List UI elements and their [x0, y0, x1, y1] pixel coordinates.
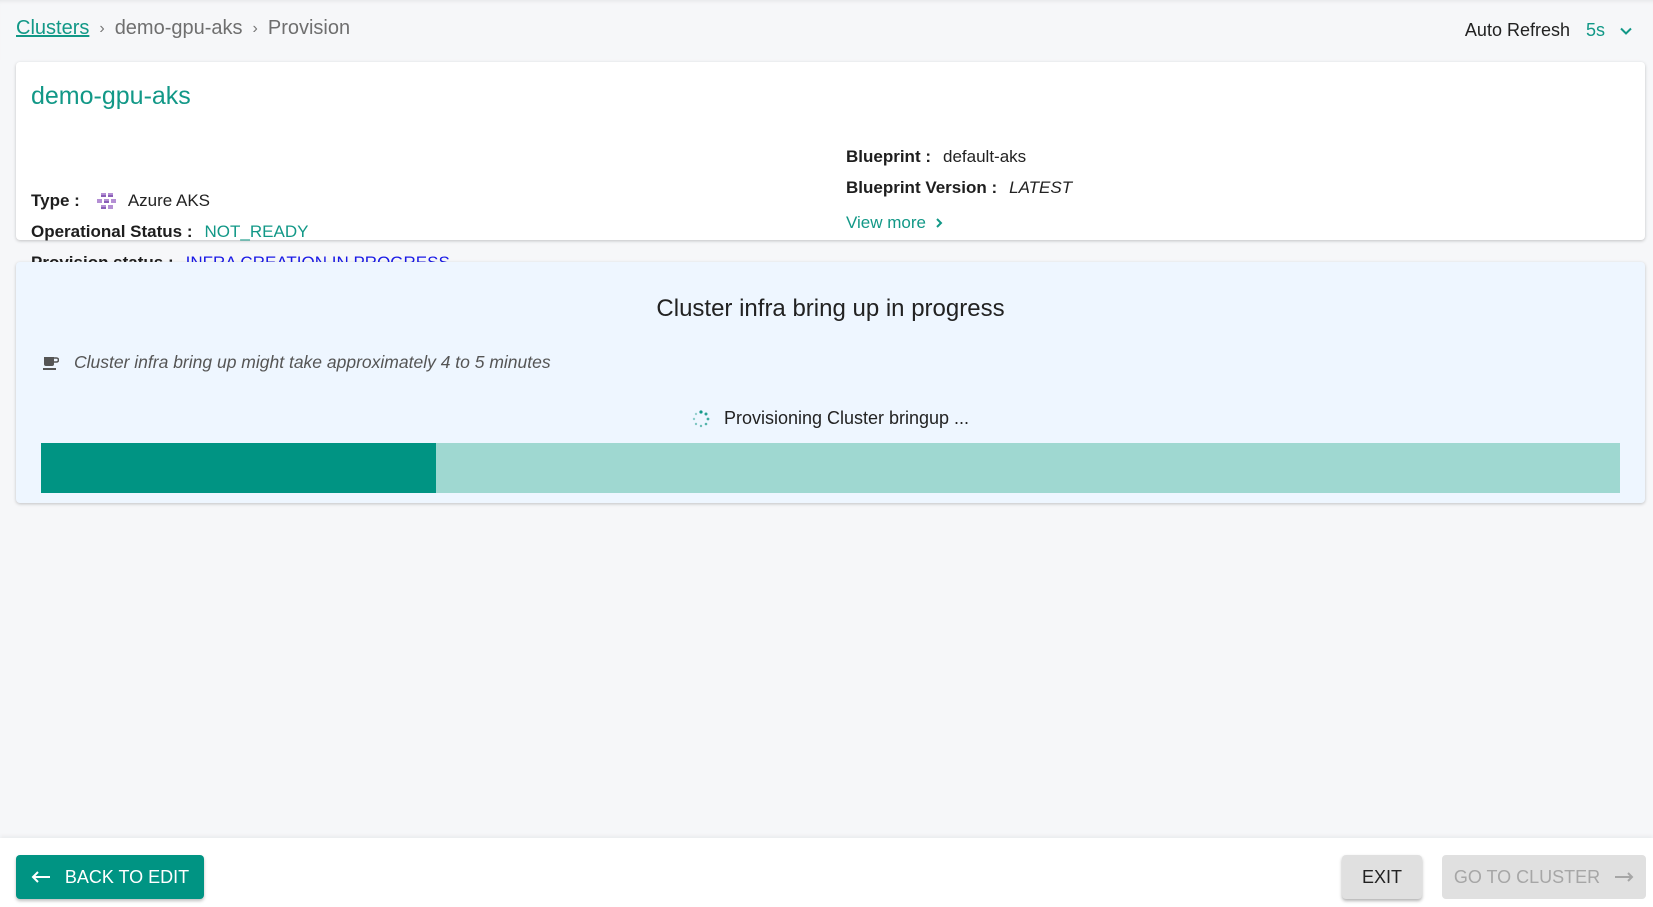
go-to-cluster-button[interactable]: GO TO CLUSTER — [1442, 855, 1646, 899]
operational-status-value: NOT_READY — [204, 222, 309, 241]
exit-button[interactable]: EXIT — [1342, 855, 1422, 899]
arrow-left-icon — [31, 871, 50, 883]
progress-bar-fill — [41, 443, 436, 493]
blueprint-version-label: Blueprint Version : — [846, 178, 998, 197]
view-more-link[interactable]: View more — [846, 213, 944, 233]
breadcrumb-separator: › — [99, 19, 105, 37]
blueprint-version-value: LATEST — [1009, 178, 1073, 197]
breadcrumb-cluster-name: demo-gpu-aks — [114, 17, 243, 39]
view-more-row: View more — [846, 213, 944, 233]
progress-title: Cluster infra bring up in progress — [656, 295, 1005, 322]
provision-progress-card: Cluster infra bring up in progress Clust… — [16, 262, 1645, 503]
auto-refresh-value[interactable]: 5s — [1586, 20, 1605, 41]
provisioning-status: Provisioning Cluster bringup ... — [16, 408, 1645, 429]
blueprint-value: default-aks — [943, 147, 1027, 166]
azure-aks-icon — [96, 193, 116, 209]
blueprint-row: Blueprint : default-aks — [846, 147, 1026, 167]
loading-spinner-icon — [692, 409, 710, 427]
breadcrumb-current-page: Provision — [267, 17, 351, 39]
view-more-label: View more — [846, 213, 926, 232]
operational-status-label: Operational Status : — [31, 222, 193, 241]
go-to-cluster-label: GO TO CLUSTER — [1453, 866, 1601, 887]
type-value: Azure AKS — [127, 191, 211, 210]
cluster-info-card: demo-gpu-aks Type : Azure AKS Operationa… — [16, 62, 1645, 272]
cluster-type-row: Type : Azure AKS — [31, 191, 210, 211]
blueprint-label: Blueprint : — [846, 147, 931, 166]
chevron-right-icon — [936, 218, 943, 228]
chevron-down-icon[interactable] — [1619, 24, 1633, 38]
back-to-edit-button[interactable]: BACK TO EDIT — [16, 855, 204, 899]
breadcrumb-clusters-link[interactable]: Clusters — [16, 17, 89, 40]
footer-action-bar: BACK TO EDIT EXIT GO TO CLUSTER — [0, 838, 1653, 907]
progress-bar — [41, 443, 1620, 493]
duration-note-text: Cluster infra bring up might take approx… — [74, 352, 551, 372]
top-bar: Clusters › demo-gpu-aks › Provision Auto… — [0, 0, 1653, 60]
auto-refresh-label: Auto Refresh — [1464, 20, 1570, 40]
breadcrumb: Clusters › demo-gpu-aks › Provision — [16, 17, 350, 40]
duration-note: Cluster infra bring up might take approx… — [43, 352, 551, 373]
auto-refresh-control: Auto Refresh 5s — [1465, 20, 1633, 41]
coffee-cup-icon — [43, 356, 59, 370]
exit-label: EXIT — [1361, 866, 1402, 887]
cluster-name-title: demo-gpu-aks — [31, 82, 191, 110]
breadcrumb-separator: › — [252, 19, 258, 37]
operational-status-row: Operational Status : NOT_READY — [31, 222, 308, 242]
type-label: Type : — [31, 191, 80, 210]
back-to-edit-label: BACK TO EDIT — [64, 866, 190, 887]
provisioning-status-text: Provisioning Cluster bringup ... — [723, 408, 970, 428]
arrow-right-icon — [1615, 872, 1634, 882]
blueprint-version-row: Blueprint Version : LATEST — [846, 178, 1072, 198]
